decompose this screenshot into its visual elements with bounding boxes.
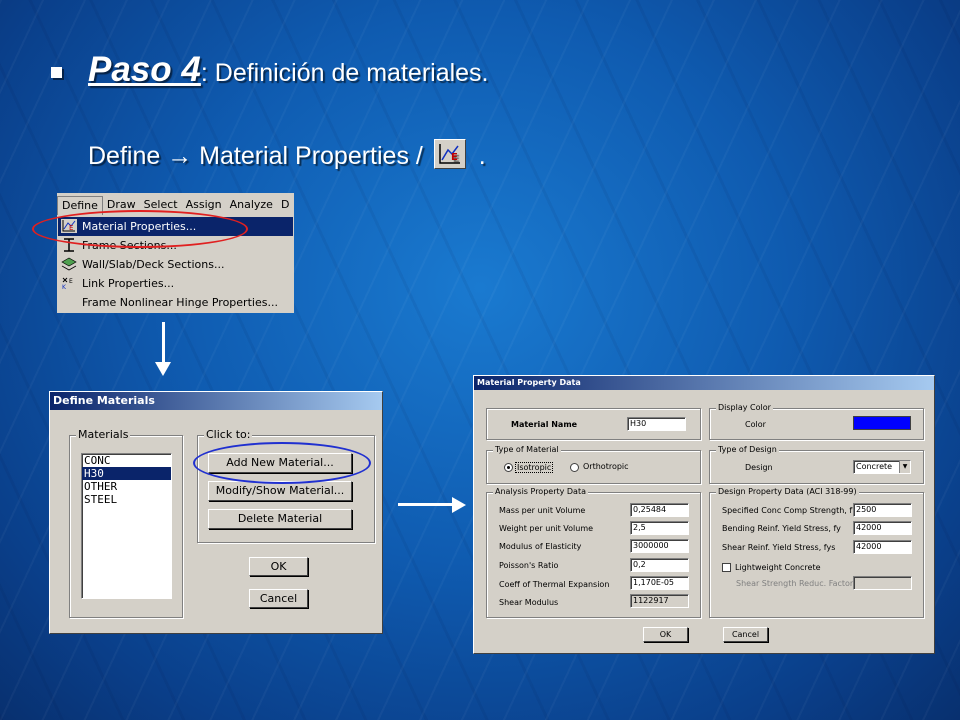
down-arrow-head (155, 362, 171, 376)
design-select-value: Concrete (856, 462, 893, 471)
menu-path-text: Define → Material Properties / (88, 142, 423, 170)
menu-item-wall-slab-deck[interactable]: Wall/Slab/Deck Sections... (58, 255, 293, 274)
list-item-selected[interactable]: H30 (82, 467, 171, 480)
thermal-input[interactable]: 1,170E-05 (630, 576, 689, 590)
lightweight-label: Lightweight Concrete (735, 563, 821, 572)
svg-text:K: K (62, 284, 67, 290)
highlight-ellipse-red (32, 210, 248, 248)
step-label: Paso 4 (88, 50, 201, 89)
mp-dialog-title: Material Property Data (474, 376, 934, 390)
analysis-label: Mass per unit Volume (499, 506, 586, 515)
shear-reduc-label: Shear Strength Reduc. Factor (736, 579, 854, 588)
step-title: Definición de materiales. (207, 59, 489, 87)
layers-icon (61, 257, 77, 271)
design-data-label: Bending Reinf. Yield Stress, fy (722, 524, 841, 533)
color-swatch[interactable] (853, 416, 911, 430)
menu-assign[interactable]: Assign (182, 198, 226, 211)
mp-ok-button[interactable]: OK (643, 627, 688, 642)
modulus-input[interactable]: 3000000 (630, 539, 689, 553)
analysis-label: Shear Modulus (499, 598, 559, 607)
dialog-title: Define Materials (50, 392, 382, 410)
design-select[interactable]: Concrete ▼ (853, 460, 911, 474)
cancel-button[interactable]: Cancel (249, 589, 308, 608)
svg-text:E: E (69, 278, 73, 285)
analysis-label: Weight per unit Volume (499, 524, 594, 533)
shear-reduc-input (853, 576, 912, 590)
orthotropic-radio[interactable] (570, 463, 579, 472)
fy-input[interactable]: 42000 (853, 521, 912, 535)
slide-title: Paso 4: Definición de materiales. (88, 50, 489, 90)
material-name-label: Material Name (511, 420, 578, 429)
right-arrow-icon (398, 503, 454, 506)
mass-input[interactable]: 0,25484 (630, 503, 689, 517)
list-item[interactable]: CONC (82, 454, 171, 467)
down-arrow-icon (162, 322, 165, 366)
orthotropic-label: Orthotropic (583, 462, 629, 471)
click-to-label: Click to: (204, 428, 253, 441)
materials-list[interactable]: CONC H30 OTHER STEEL (81, 453, 172, 599)
menu-draw[interactable]: Draw (103, 198, 140, 211)
svg-text:E: E (451, 152, 458, 163)
poisson-input[interactable]: 0,2 (630, 558, 689, 572)
menu-item-frame-hinge[interactable]: Frame Nonlinear Hinge Properties... (58, 293, 293, 312)
design-label: Design (745, 463, 773, 472)
type-of-design-label: Type of Design (716, 445, 779, 454)
analysis-label: Modulus of Elasticity (499, 542, 582, 551)
delete-material-button[interactable]: Delete Material (208, 509, 352, 529)
link-icon: EK (61, 276, 77, 291)
type-of-material-label: Type of Material (493, 445, 561, 454)
list-item[interactable]: OTHER (82, 480, 171, 493)
define-materials-dialog: Define Materials Materials CONC H30 OTHE… (49, 391, 383, 634)
chevron-down-icon[interactable]: ▼ (899, 461, 910, 473)
step-colon: : (200, 59, 208, 87)
highlight-ellipse-blue (193, 442, 371, 484)
lightweight-checkbox[interactable] (722, 563, 731, 572)
design-data-label: Shear Reinf. Yield Stress, fys (722, 543, 836, 552)
analysis-label: Poisson's Ratio (499, 561, 559, 570)
menu-path-suffix: . (478, 142, 486, 170)
menu-analyze[interactable]: Analyze (226, 198, 277, 211)
design-data-label: Specified Conc Comp Strength, f'c (722, 506, 859, 515)
color-label: Color (745, 420, 766, 429)
material-name-input[interactable]: H30 (627, 417, 686, 431)
isotropic-radio[interactable] (504, 463, 513, 472)
right-arrow-head (452, 497, 466, 513)
ok-button[interactable]: OK (249, 557, 308, 576)
analysis-label: Coeff of Thermal Expansion (499, 580, 610, 589)
menu-item-link-properties[interactable]: EK Link Properties... (58, 274, 293, 293)
weight-input[interactable]: 2,5 (630, 521, 689, 535)
isotropic-label: Isotropic (515, 462, 554, 473)
menu-select[interactable]: Select (140, 198, 182, 211)
material-properties-icon: E (433, 139, 466, 169)
design-property-label: Design Property Data (ACI 318-99) (716, 487, 859, 496)
material-property-dialog: Material Property Data Material Name H30… (473, 375, 935, 654)
menu-path-instruction: Define → Material Properties / E . (88, 139, 486, 171)
mp-cancel-button[interactable]: Cancel (723, 627, 768, 642)
menu-more[interactable]: D (277, 198, 293, 211)
list-item[interactable]: STEEL (82, 493, 171, 506)
analysis-property-label: Analysis Property Data (493, 487, 588, 496)
fc-input[interactable]: 2500 (853, 503, 912, 517)
bullet-square (51, 67, 62, 78)
materials-group-label: Materials (76, 428, 131, 441)
modify-material-button[interactable]: Modify/Show Material... (208, 481, 352, 501)
fys-input[interactable]: 42000 (853, 540, 912, 554)
display-color-label: Display Color (716, 403, 773, 412)
shear-modulus-value: 1122917 (630, 594, 689, 608)
